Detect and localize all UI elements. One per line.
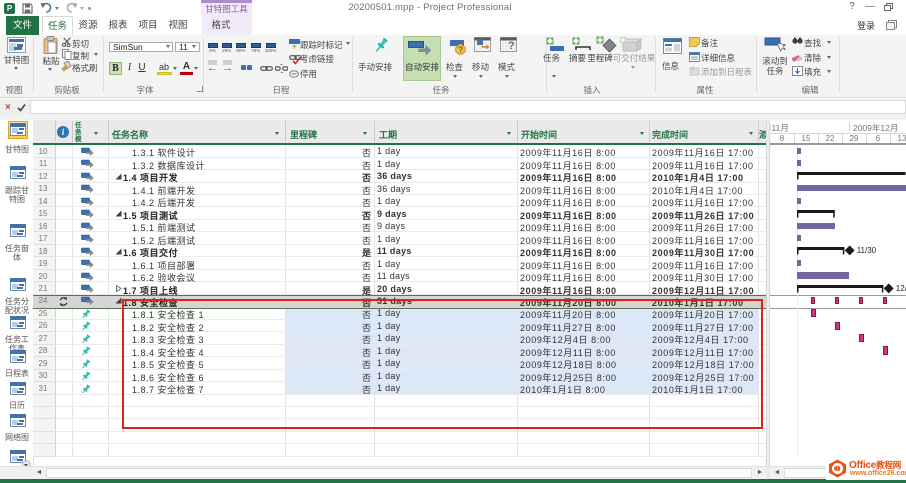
svg-text:?: ? [458, 46, 463, 55]
